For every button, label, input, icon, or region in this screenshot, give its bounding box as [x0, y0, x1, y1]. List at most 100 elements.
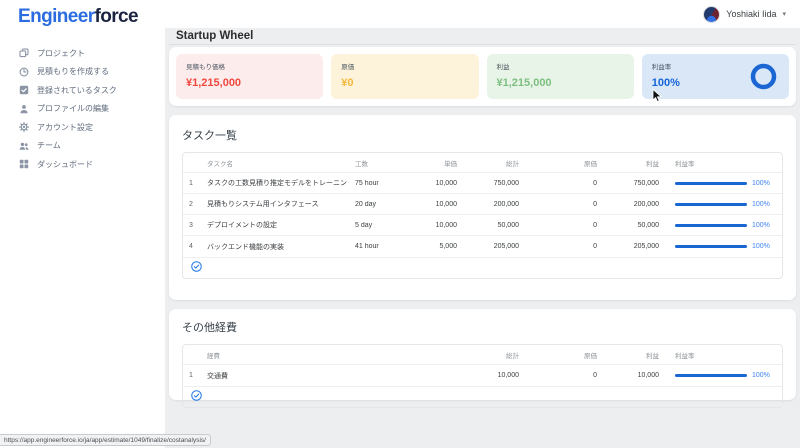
- col-total[interactable]: 総計: [465, 158, 527, 168]
- col-cost[interactable]: 原価: [527, 350, 605, 360]
- expense-index: 1: [183, 372, 199, 379]
- app-window: Yoshiaki Iida ▾ Engineerforce プロジェクト 見積も…: [0, 0, 800, 448]
- profit-rate-bar: [675, 203, 747, 206]
- task-total: 200,000: [465, 201, 527, 208]
- expense-name: 交通費: [199, 371, 465, 381]
- task-unit-price: 10,000: [409, 222, 465, 229]
- expense-table: 経費 総計 原価 利益 利益率 1 交通費 10,000 0 10,000: [182, 344, 783, 408]
- logo-part-2: force: [95, 6, 138, 27]
- task-name: タスクの工数見積り推定モデルをトレーニングする: [199, 178, 347, 188]
- expense-profit: 10,000: [605, 372, 667, 379]
- col-profit-rate[interactable]: 利益率: [667, 350, 782, 360]
- main-content: Startup Wheel 見積もり価格 ¥1,215,000 原価 ¥0 利益…: [165, 28, 800, 448]
- card-label: 利益: [497, 61, 624, 71]
- card-profit: 利益 ¥1,215,000: [487, 54, 634, 99]
- task-profit: 205,000: [605, 243, 667, 250]
- col-cost[interactable]: 原価: [527, 158, 605, 168]
- expense-row[interactable]: 1 交通費 10,000 0 10,000 100%: [183, 365, 782, 386]
- task-cost: 0: [527, 201, 605, 208]
- task-unit-price: 10,000: [409, 201, 465, 208]
- sidebar-item[interactable]: 登録されているタスク: [0, 81, 165, 100]
- task-table: タスク名 工数 単価 総計 原価 利益 利益率 1 タスクの工数見積り推定モデル…: [182, 152, 783, 279]
- task-cost: 0: [527, 222, 605, 229]
- task-effort: 75 hour: [347, 180, 409, 187]
- task-row[interactable]: 4 バックエンド機能の実装 41 hour 5,000 205,000 0 20…: [183, 236, 782, 257]
- sidebar-item[interactable]: 見積もりを作成する: [0, 63, 165, 82]
- check-circle-icon[interactable]: [191, 388, 202, 406]
- col-effort[interactable]: 工数: [347, 158, 409, 168]
- task-cost: 0: [527, 243, 605, 250]
- task-profit-rate: 100%: [667, 243, 782, 250]
- card-value: ¥1,215,000: [186, 77, 313, 89]
- chevron-down-icon[interactable]: ▾: [782, 10, 786, 18]
- col-profit-rate[interactable]: 利益率: [667, 158, 782, 168]
- task-list-panel: タスク一覧 タスク名 工数 単価 総計 原価 利益 利益率 1: [169, 115, 796, 300]
- task-total: 205,000: [465, 243, 527, 250]
- card-label: 原価: [341, 61, 468, 71]
- sidebar-item-label: 見積もりを作成する: [37, 66, 109, 77]
- expense-table-header: 経費 総計 原価 利益 利益率: [183, 345, 782, 365]
- dashboard-icon: [19, 159, 29, 169]
- task-list-title: タスク一覧: [182, 127, 783, 143]
- sidebar: Engineerforce プロジェクト 見積もりを作成する 登録されているタス…: [0, 0, 165, 448]
- profit-rate-bar: [675, 182, 747, 185]
- summary-cards-panel: 見積もり価格 ¥1,215,000 原価 ¥0 利益 ¥1,215,000 利益…: [169, 47, 796, 106]
- sidebar-item[interactable]: ダッシュボード: [0, 155, 165, 174]
- task-profit: 750,000: [605, 180, 667, 187]
- profit-rate-bar: [675, 245, 747, 248]
- sidebar-item-label: プロジェクト: [37, 48, 85, 59]
- card-label: 見積もり価格: [186, 61, 313, 71]
- task-total: 750,000: [465, 180, 527, 187]
- profit-rate-value: 100%: [752, 372, 770, 379]
- col-unit-price[interactable]: 単価: [409, 158, 465, 168]
- task-row[interactable]: 1 タスクの工数見積り推定モデルをトレーニングする 75 hour 10,000…: [183, 173, 782, 194]
- col-profit[interactable]: 利益: [605, 158, 667, 168]
- sidebar-item[interactable]: アカウント設定: [0, 118, 165, 137]
- create-estimate-icon: [19, 67, 29, 77]
- edit-profile-icon: [19, 104, 29, 114]
- task-name: 見積もりシステム用インタフェース: [199, 199, 347, 209]
- task-profit: 50,000: [605, 222, 667, 229]
- team-icon: [19, 141, 29, 151]
- profit-rate-value: 100%: [752, 180, 770, 187]
- task-total: 50,000: [465, 222, 527, 229]
- task-effort: 41 hour: [347, 243, 409, 250]
- sidebar-item-label: 登録されているタスク: [37, 85, 117, 96]
- app-logo[interactable]: Engineerforce: [0, 5, 165, 29]
- col-task-name[interactable]: タスク名: [199, 158, 347, 168]
- check-circle-icon[interactable]: [191, 259, 202, 277]
- task-cost: 0: [527, 180, 605, 187]
- card-value: ¥1,215,000: [497, 77, 624, 89]
- task-index: 3: [183, 222, 199, 229]
- task-row[interactable]: 3 デプロイメントの設定 5 day 10,000 50,000 0 50,00…: [183, 215, 782, 236]
- other-expenses-panel: その他経費 経費 総計 原価 利益 利益率 1 交通費 10: [169, 309, 796, 400]
- user-avatar[interactable]: [703, 6, 720, 23]
- task-unit-price: 5,000: [409, 243, 465, 250]
- expense-cost: 0: [527, 372, 605, 379]
- sidebar-item-label: チーム: [37, 140, 61, 151]
- task-table-body: 1 タスクの工数見積り推定モデルをトレーニングする 75 hour 10,000…: [183, 173, 782, 257]
- task-index: 4: [183, 243, 199, 250]
- profit-rate-value: 100%: [752, 243, 770, 250]
- task-profit-rate: 100%: [667, 222, 782, 229]
- sidebar-item[interactable]: チーム: [0, 137, 165, 156]
- card-value: ¥0: [341, 77, 468, 89]
- registered-tasks-icon: [19, 85, 29, 95]
- profit-rate-bar: [675, 374, 747, 377]
- user-menu[interactable]: Yoshiaki Iida ▾: [703, 6, 786, 23]
- col-profit[interactable]: 利益: [605, 350, 667, 360]
- task-row[interactable]: 2 見積もりシステム用インタフェース 20 day 10,000 200,000…: [183, 194, 782, 215]
- sidebar-item[interactable]: プロファイルの編集: [0, 100, 165, 119]
- task-profit-rate: 100%: [667, 201, 782, 208]
- projects-icon: [19, 48, 29, 58]
- sidebar-item[interactable]: プロジェクト: [0, 44, 165, 63]
- task-name: デプロイメントの設定: [199, 220, 347, 230]
- status-url-bar: https://app.engineerforce.io/ja/app/esti…: [0, 434, 211, 446]
- col-total[interactable]: 総計: [465, 350, 527, 360]
- task-table-footer: [183, 257, 782, 278]
- card-cost: 原価 ¥0: [331, 54, 478, 99]
- profit-rate-value: 100%: [752, 222, 770, 229]
- col-expense[interactable]: 経費: [199, 350, 465, 360]
- mouse-cursor: [652, 89, 664, 108]
- page-title: Startup Wheel: [169, 28, 796, 45]
